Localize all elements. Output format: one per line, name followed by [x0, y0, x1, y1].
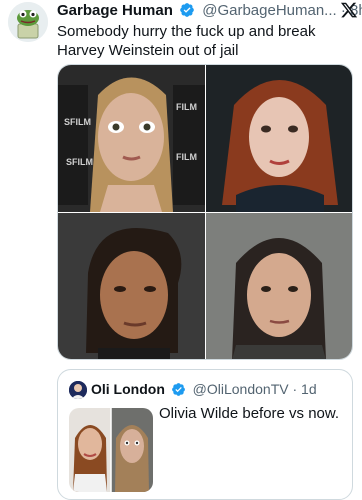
media-image-3[interactable] [58, 213, 205, 359]
quoted-tweet-text: Olivia Wilde before vs now. [159, 405, 340, 422]
quoted-header-separator: · [292, 381, 298, 397]
quoted-tweet-timestamp[interactable]: 1d [301, 381, 317, 397]
svg-text:SFILM: SFILM [66, 157, 93, 167]
media-image-1[interactable]: SFILM SFILM FILM FILM [58, 65, 205, 212]
media-image-2[interactable] [206, 65, 352, 212]
tweet-text: Somebody hurry the fuck up and break Har… [57, 23, 316, 59]
tweet[interactable]: Garbage Human @GarbageHuman... · 8h Some… [0, 0, 362, 500]
svg-text:SFILM: SFILM [64, 117, 91, 127]
author-avatar[interactable] [8, 2, 48, 42]
svg-text:FILM: FILM [176, 152, 197, 162]
quoted-tweet-header: Oli London @OliLondonTV · 1d [91, 380, 317, 398]
svg-text:FILM: FILM [176, 102, 197, 112]
x-logo-icon [340, 2, 358, 18]
quoted-tweet[interactable]: Oli London @OliLondonTV · 1d Olivia Wild… [57, 369, 353, 500]
quoted-author-avatar[interactable] [69, 381, 87, 399]
verified-badge-icon [180, 3, 194, 17]
tweet-header: Garbage Human @GarbageHuman... · 8h [57, 1, 362, 21]
quoted-media-thumbnail[interactable] [69, 408, 153, 492]
quoted-verified-badge-icon [171, 383, 185, 396]
author-name[interactable]: Garbage Human [57, 2, 173, 19]
author-handle[interactable]: @GarbageHuman... [202, 2, 336, 19]
media-grid: SFILM SFILM FILM FILM [57, 64, 353, 360]
media-image-4[interactable] [206, 213, 352, 359]
quoted-author-name[interactable]: Oli London [91, 381, 165, 397]
quoted-author-handle[interactable]: @OliLondonTV [193, 381, 289, 397]
